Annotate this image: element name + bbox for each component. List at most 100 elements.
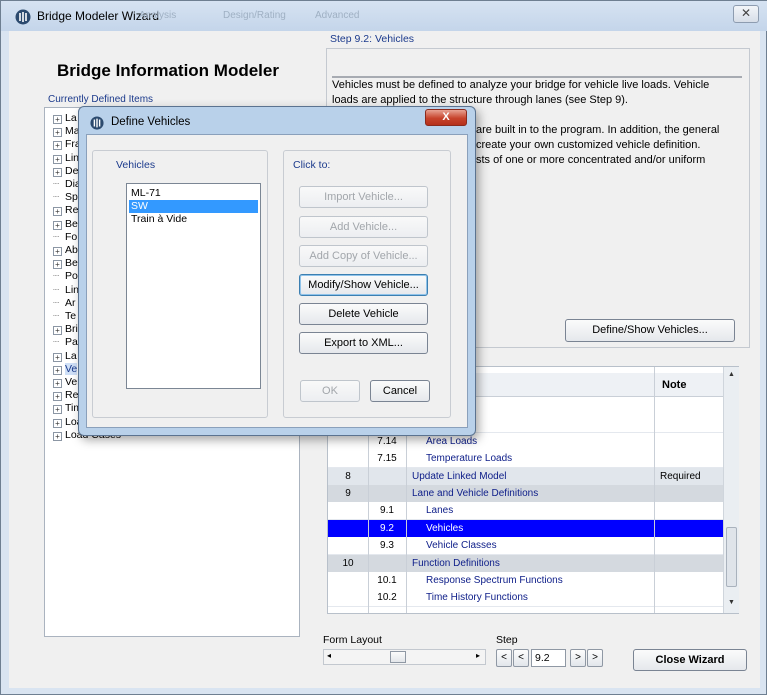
table-cell-c1 xyxy=(328,450,368,468)
define-show-vehicles-button[interactable]: Define/Show Vehicles... xyxy=(565,319,735,342)
table-row[interactable]: 10.2 Time History Functions xyxy=(328,589,724,608)
expand-icon[interactable]: + xyxy=(53,247,62,256)
export-xml-button[interactable]: Export to XML... xyxy=(299,332,428,354)
scroll-down-icon[interactable]: ▼ xyxy=(728,599,735,606)
window-close-button[interactable]: ✕ xyxy=(733,5,759,23)
expand-icon[interactable]: + xyxy=(53,365,62,375)
table-row[interactable]: 10.1 Response Spectrum Functions xyxy=(328,572,724,590)
tree-node-label: Lin xyxy=(65,151,80,164)
table-row[interactable]: 9 Lane and Vehicle Definitions xyxy=(328,485,724,503)
list-item[interactable]: Train à Vide xyxy=(129,213,258,226)
expand-icon[interactable]: + xyxy=(53,115,62,124)
table-cell-c4 xyxy=(654,537,724,555)
cancel-button[interactable]: Cancel xyxy=(370,380,430,402)
scroll-up-icon[interactable]: ▲ xyxy=(728,371,735,378)
tree-node[interactable]: + Bri xyxy=(53,323,78,336)
expand-icon[interactable]: + xyxy=(53,352,62,362)
table-row[interactable]: 9.3 Vehicle Classes xyxy=(328,537,724,556)
table-cell-c4 xyxy=(654,572,724,590)
tree-node[interactable]: + Re xyxy=(53,204,78,217)
table-row[interactable]: 9.2 Vehicles xyxy=(328,519,724,538)
expand-icon[interactable]: + xyxy=(53,220,62,230)
table-cell-c2: 10.1 xyxy=(377,575,397,586)
tree-node[interactable]: ┈ Po xyxy=(53,270,78,282)
step-line: Vehicles must be defined to analyze your… xyxy=(332,79,710,91)
tree-node[interactable]: ┈ Dia xyxy=(53,178,81,190)
table-cell-c2 xyxy=(368,485,406,503)
table-row[interactable]: 7.15 Temperature Loads xyxy=(328,450,724,469)
scroll-left-icon[interactable]: ◂ xyxy=(327,651,331,660)
scroll-right-icon[interactable]: ▸ xyxy=(476,651,480,660)
table-cell-c1: 9 xyxy=(345,488,351,499)
expand-icon[interactable]: + xyxy=(53,141,62,151)
tree-node[interactable]: + Ma xyxy=(53,125,80,138)
form-layout-slider[interactable]: ◂ ▸ xyxy=(323,649,486,665)
add-vehicle-button[interactable]: Add Vehicle... xyxy=(299,216,428,238)
tree-node[interactable]: ┈ Te xyxy=(53,310,76,322)
slider-thumb[interactable] xyxy=(390,651,406,663)
table-cell-c3: Lane and Vehicle Definitions xyxy=(412,488,539,499)
ok-button[interactable]: OK xyxy=(300,380,360,402)
expand-icon[interactable]: + xyxy=(53,128,62,138)
step-value-field[interactable]: 9.2 xyxy=(531,649,566,667)
expand-icon[interactable]: + xyxy=(53,260,62,270)
first-step-button[interactable]: < xyxy=(496,649,512,667)
table-row[interactable]: 9.1 Lanes xyxy=(328,502,724,521)
currently-defined-label: Currently Defined Items xyxy=(48,94,154,105)
tree-node[interactable]: + Lin xyxy=(53,152,79,164)
import-vehicle-button[interactable]: Import Vehicle... xyxy=(299,186,428,208)
table-vertical-scrollbar[interactable]: ▲ ▼ xyxy=(723,367,739,613)
expand-icon[interactable]: + xyxy=(53,154,62,164)
tree-node[interactable]: + Be xyxy=(53,218,78,230)
table-cell-c1 xyxy=(328,537,368,555)
table-cell-c3: Time History Functions xyxy=(426,592,528,604)
expand-icon[interactable]: + xyxy=(53,167,62,177)
table-cell-c1 xyxy=(328,589,368,607)
expand-icon[interactable]: + xyxy=(53,405,62,415)
last-step-button[interactable]: > xyxy=(587,649,603,667)
expand-icon[interactable]: + xyxy=(53,326,62,336)
table-row[interactable]: 10 Function Definitions xyxy=(328,554,724,573)
tree-node[interactable]: + Ab xyxy=(53,244,78,256)
tree-node-label: Ab xyxy=(65,244,78,256)
tree-node[interactable]: ┈ Pa xyxy=(53,336,78,348)
scroll-thumb[interactable] xyxy=(726,527,737,587)
tree-node[interactable]: ┈ Lin xyxy=(53,284,79,296)
list-item[interactable]: ML-71 xyxy=(129,187,258,200)
tree-line-icon: ┈ xyxy=(53,270,60,283)
vehicles-listbox[interactable]: ML-71 SW Train à Vide xyxy=(126,183,261,389)
tree-node[interactable]: + Be xyxy=(53,257,78,270)
dialog-close-button[interactable]: X xyxy=(425,109,467,126)
table-cell-c3: Vehicles xyxy=(426,522,464,534)
tree-node[interactable]: ┈ Fo xyxy=(53,231,77,243)
modify-show-vehicle-button[interactable]: Modify/Show Vehicle... xyxy=(299,274,428,296)
table-row[interactable]: 8 Update Linked Model Required xyxy=(328,467,724,486)
list-item[interactable]: SW xyxy=(129,200,258,213)
tree-node-label: Fo xyxy=(65,230,78,243)
table-cell-c4 xyxy=(654,520,724,538)
expand-icon[interactable]: + xyxy=(53,431,62,441)
tree-line-icon: ┈ xyxy=(53,296,60,309)
tree-node[interactable]: ┈ Ar xyxy=(53,297,76,309)
tree-node[interactable]: ┈ Sp xyxy=(53,191,78,203)
tree-node[interactable]: + Ve xyxy=(53,362,78,375)
tree-node[interactable]: + De xyxy=(53,165,78,177)
tree-line-icon: ┈ xyxy=(53,178,60,190)
tree-node-label: Pa xyxy=(65,336,78,349)
tree-node[interactable]: + La xyxy=(53,350,77,362)
table-cell-c2: 7.15 xyxy=(377,453,397,465)
add-copy-vehicle-button[interactable]: Add Copy of Vehicle... xyxy=(299,245,428,267)
delete-vehicle-button[interactable]: Delete Vehicle xyxy=(299,303,428,325)
table-cell-c4 xyxy=(654,555,724,573)
tree-node[interactable]: + Fra xyxy=(53,138,81,151)
expand-icon[interactable]: + xyxy=(53,418,62,428)
tree-line-icon: ┈ xyxy=(53,283,60,296)
close-wizard-button[interactable]: Close Wizard xyxy=(633,649,747,671)
expand-icon[interactable]: + xyxy=(53,379,62,388)
header-note: Note xyxy=(662,379,687,391)
expand-icon[interactable]: + xyxy=(53,392,62,402)
tree-node[interactable]: + La xyxy=(53,112,77,124)
expand-icon[interactable]: + xyxy=(53,207,62,217)
prev-step-button[interactable]: < xyxy=(513,649,529,667)
next-step-button[interactable]: > xyxy=(570,649,586,667)
